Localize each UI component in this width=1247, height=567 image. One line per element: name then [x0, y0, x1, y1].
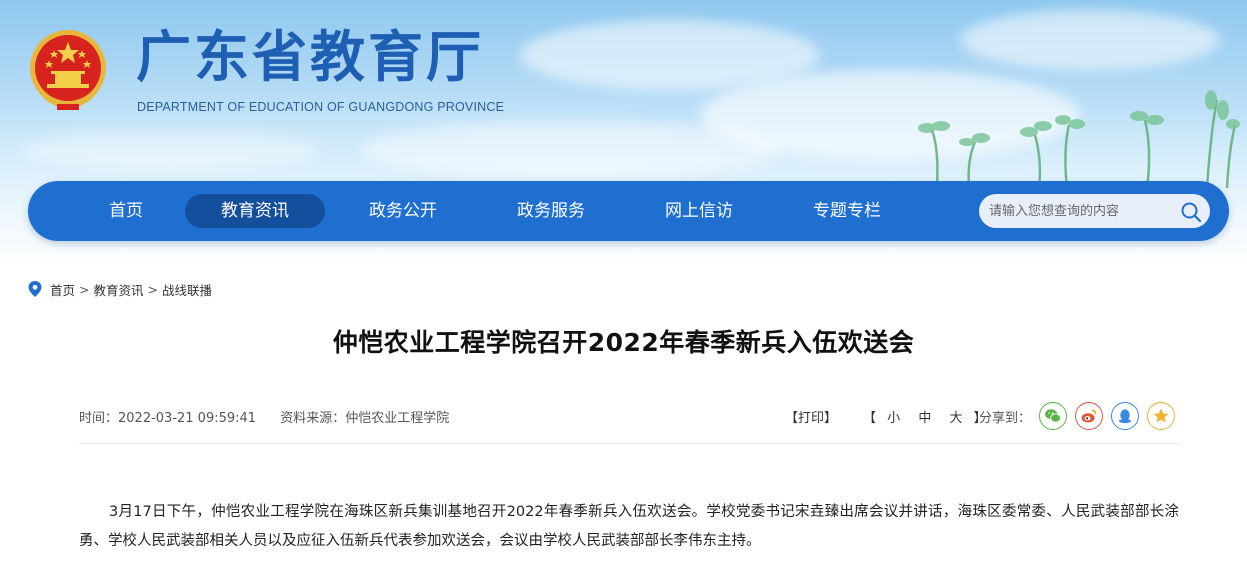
- font-size-large-button[interactable]: 大: [949, 411, 962, 426]
- article-source: 资料来源：仲恺农业工程学院: [280, 411, 450, 426]
- nav-item-government-services[interactable]: 政务服务: [491, 194, 611, 228]
- breadcrumb-education-news[interactable]: 教育资讯: [94, 280, 144, 299]
- article-title: 仲恺农业工程学院召开2022年春季新兵入伍欢送会: [332, 328, 915, 357]
- print-button[interactable]: 【打印】: [785, 407, 837, 426]
- nav-item-education-news[interactable]: 教育资讯: [185, 194, 325, 228]
- main-nav: 首页 教育资讯 政务公开 政务服务 网上信访 专题专栏: [28, 181, 1229, 241]
- qzone-icon[interactable]: [1147, 402, 1175, 430]
- wechat-icon[interactable]: [1039, 402, 1067, 430]
- nav-item-government-affairs[interactable]: 政务公开: [343, 194, 463, 228]
- breadcrumb-separator: >: [79, 281, 90, 297]
- font-size-bracket-open: 【: [863, 411, 877, 426]
- nav-item-special-topics[interactable]: 专题专栏: [787, 194, 907, 228]
- article-meta: 时间：2022-03-21 09:59:41 资料来源：仲恺农业工程学院: [79, 407, 469, 426]
- article-tools: 【打印】 【 小 中 大 】: [785, 407, 987, 426]
- weibo-icon[interactable]: [1075, 402, 1103, 430]
- article-body: 3月17日下午，仲恺农业工程学院在海珠区新兵集训基地召开2022年春季新兵入伍欢…: [79, 504, 1179, 549]
- publish-time: 时间：2022-03-21 09:59:41: [79, 411, 257, 426]
- breadcrumb-separator: >: [147, 281, 158, 297]
- breadcrumb-frontline-news[interactable]: 战线联播: [162, 280, 212, 299]
- site-subtitle: DEPARTMENT OF EDUCATION OF GUANGDONG PRO…: [137, 100, 505, 114]
- share-label: 分享到：: [979, 411, 1032, 426]
- breadcrumb-home[interactable]: 首页: [50, 280, 75, 299]
- search-icon[interactable]: [1180, 201, 1202, 223]
- cloud-decoration: [360, 120, 780, 180]
- article-divider: [79, 443, 1179, 444]
- font-size-medium-button[interactable]: 中: [918, 411, 931, 426]
- font-size-selector: 【 小 中 大 】: [863, 407, 987, 426]
- cloud-decoration: [20, 130, 320, 170]
- nav-item-home[interactable]: 首页: [86, 194, 166, 228]
- search-box: [979, 194, 1210, 228]
- site-title[interactable]: 广东省教育厅: [136, 20, 484, 94]
- breadcrumb: 首页 > 教育资讯 > 战线联播: [28, 280, 212, 298]
- location-pin-icon: [28, 281, 42, 297]
- sprouts-decoration: [918, 90, 1240, 189]
- search-input[interactable]: [989, 194, 1169, 228]
- national-emblem-icon[interactable]: [27, 28, 109, 112]
- qq-icon[interactable]: [1111, 402, 1139, 430]
- cloud-decoration: [960, 10, 1220, 70]
- font-size-small-button[interactable]: 小: [887, 411, 900, 426]
- nav-item-online-petition[interactable]: 网上信访: [639, 194, 759, 228]
